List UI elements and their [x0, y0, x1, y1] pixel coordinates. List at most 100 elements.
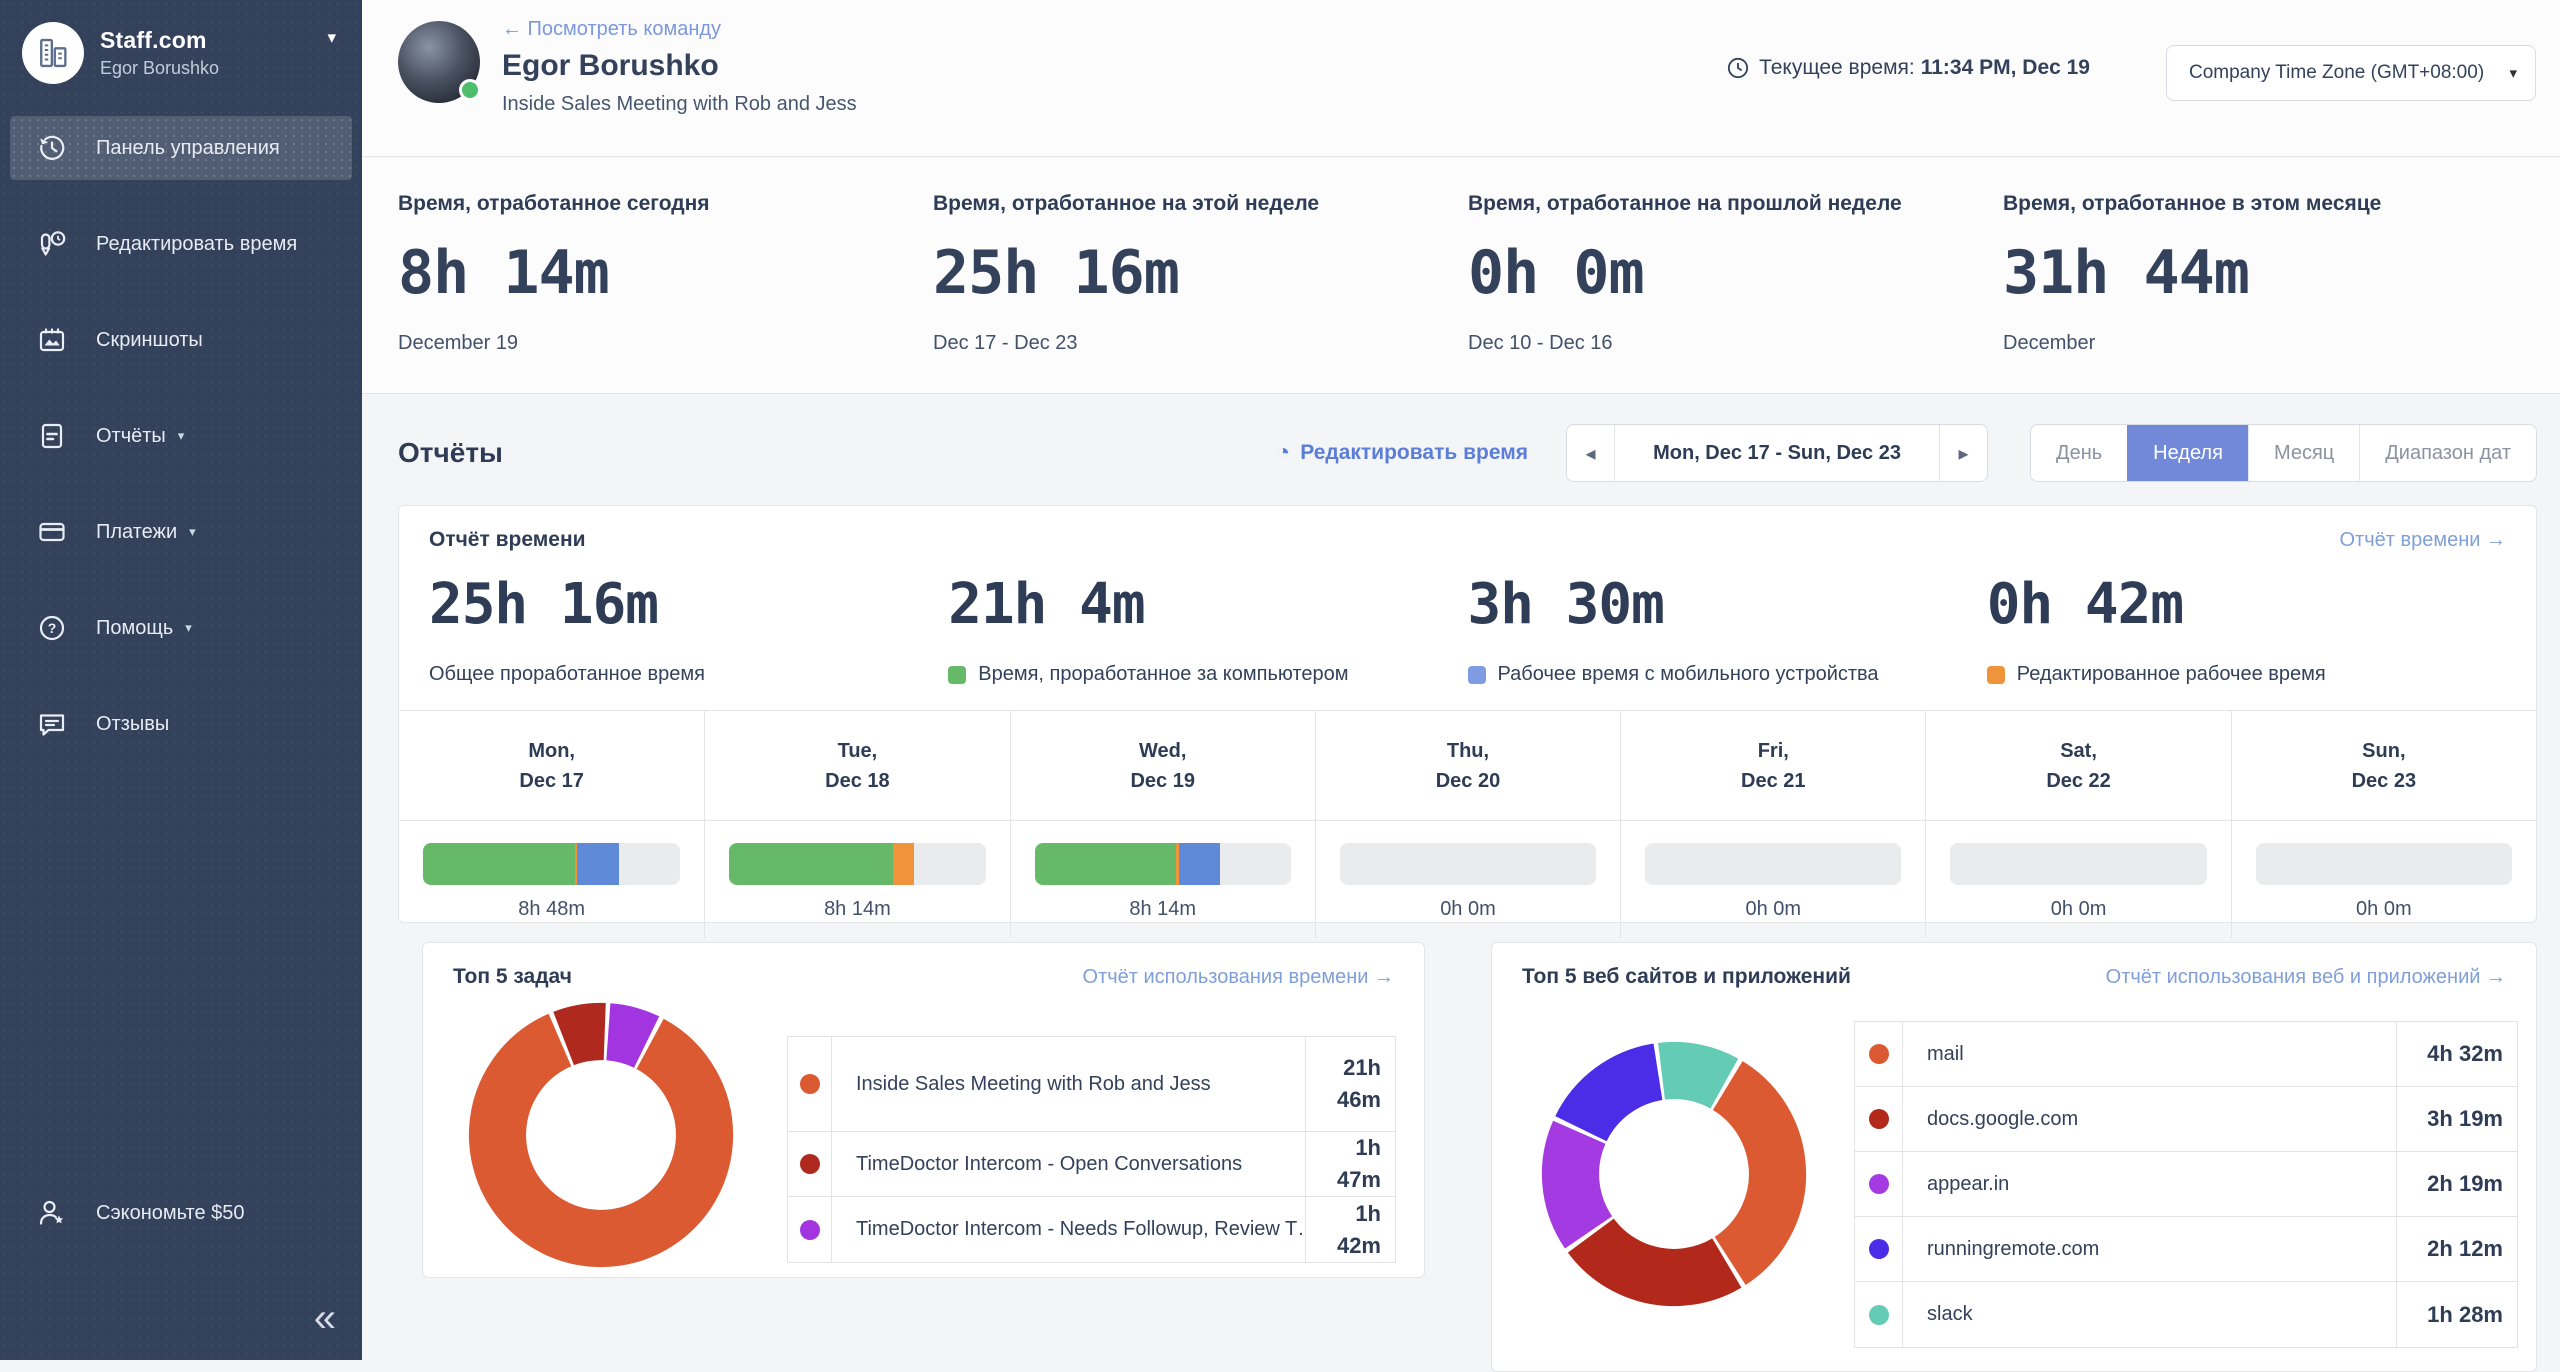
bar-segment [577, 843, 618, 885]
view-toggle-месяц[interactable]: Месяц [2248, 425, 2359, 481]
edit-time-icon [36, 228, 68, 260]
sidebar-item-save-money[interactable]: Сэкономьте $50 [10, 1181, 352, 1245]
view-toggle-диапазон-дат[interactable]: Диапазон дат [2359, 425, 2536, 481]
day-total: 0h 0m [1645, 898, 1901, 921]
next-week-button[interactable]: ▸ [1939, 425, 1987, 481]
time-report-summary: 21h 4m Время, проработанное за компьютеро… [948, 572, 1467, 686]
sidebar-item-dashboard[interactable]: Панель управления [10, 116, 352, 180]
stat-title: Время, отработанное на этой неделе [933, 192, 1468, 216]
sidebar-item-screenshots[interactable]: Скриншоты [10, 308, 352, 372]
clock-icon [1727, 57, 1749, 79]
sidebar-collapse-icon[interactable]: « [314, 1298, 336, 1338]
row-label: docs.google.com [1903, 1087, 2396, 1151]
stat-value: 31h 44m [2003, 238, 2538, 308]
web-app-report-link[interactable]: Отчёт использования веб и приложений → [2106, 966, 2506, 989]
brand-caret-icon[interactable]: ▾ [327, 28, 336, 48]
time-use-report-link[interactable]: Отчёт использования времени → [1083, 966, 1394, 989]
day-header: Sat,Dec 22 [1925, 711, 2230, 821]
sidebar-item-payments[interactable]: Платежи▾ [10, 500, 352, 564]
sidebar-item-label: Панель управления [96, 137, 280, 160]
table-row: Inside Sales Meeting with Rob and Jess21… [788, 1037, 1395, 1132]
sidebar-item-reports[interactable]: Отчёты▾ [10, 404, 352, 468]
summary-label: Время, проработанное за компьютером [978, 663, 1348, 686]
row-time: 2h 19m [2396, 1152, 2517, 1216]
summary-label: Рабочее время с мобильного устройства [1498, 663, 1879, 686]
stat-title: Время, отработанное сегодня [398, 192, 933, 216]
payments-icon [36, 516, 68, 548]
top-sites-table: mail4h 32mdocs.google.com3h 19mappear.in… [1854, 1021, 2518, 1348]
sidebar-item-label: Отзывы [96, 713, 169, 736]
row-time: 3h 19m [2396, 1087, 2517, 1151]
reports-section: Отчёты ◔ Редактировать время ◂ Mon, Dec … [362, 395, 2560, 1360]
reports-toolbar: Отчёты ◔ Редактировать время ◂ Mon, Dec … [398, 423, 2537, 483]
time-report-summary: 3h 30mРабочее время с мобильного устройс… [1468, 572, 1987, 686]
day-bar [1035, 843, 1291, 885]
day-bar-cell: 0h 0m [1925, 821, 2230, 938]
day-bar [729, 843, 985, 885]
series-dot [800, 1154, 820, 1174]
day-total: 0h 0m [2256, 898, 2512, 921]
series-dot [1869, 1239, 1889, 1259]
feedback-icon [36, 708, 68, 740]
sites-donut-chart [1536, 1036, 1812, 1312]
day-total: 8h 14m [1035, 898, 1291, 921]
sidebar-promo: Сэкономьте $50 [0, 1181, 362, 1245]
row-label: TimeDoctor Intercom - Open Conversations [832, 1132, 1305, 1196]
avatar [398, 21, 480, 103]
row-label: slack [1903, 1282, 2396, 1347]
stat-period: December [2003, 332, 2538, 355]
sidebar-item-help[interactable]: ?Помощь▾ [10, 596, 352, 660]
time-report-link[interactable]: Отчёт времени → [2340, 529, 2507, 552]
sidebar-item-edit-time[interactable]: Редактировать время [10, 212, 352, 276]
view-toggle-день[interactable]: День [2031, 425, 2127, 481]
day-header: Sun,Dec 23 [2231, 711, 2536, 821]
summary-value: 21h 4m [948, 572, 1467, 637]
prev-week-button[interactable]: ◂ [1567, 425, 1615, 481]
day-bar-cell: 8h 14m [704, 821, 1009, 938]
day-header: Mon,Dec 17 [399, 711, 704, 821]
sidebar-menu: Панель управления Редактировать время Скри… [0, 116, 362, 756]
view-toggle-неделя[interactable]: Неделя [2127, 425, 2248, 481]
edit-time-icon: ◔ [1276, 439, 1291, 467]
screenshots-icon [36, 324, 68, 356]
current-time: Текущее время: 11:34 PM, Dec 19 [1727, 56, 2090, 80]
chevron-down-icon: ▾ [189, 524, 196, 540]
day-bar-cell: 0h 0m [2231, 821, 2536, 938]
summary-label: Редактированное рабочее время [2017, 663, 2326, 686]
series-dot [1869, 1305, 1889, 1325]
sidebar: Staff.com Egor Borushko ▾ Панель управле… [0, 0, 362, 1360]
week-table: Mon,Dec 17Tue,Dec 18Wed,Dec 19Thu,Dec 20… [399, 710, 2536, 938]
day-header: Tue,Dec 18 [704, 711, 1009, 821]
day-bar [1340, 843, 1596, 885]
top-sites-card: Топ 5 веб сайтов и приложений Отчёт испо… [1491, 942, 2537, 1372]
svg-text:?: ? [48, 620, 57, 636]
table-row: docs.google.com3h 19m [1855, 1087, 2517, 1152]
sidebar-item-label: Сэкономьте $50 [96, 1202, 245, 1225]
sidebar-item-feedback[interactable]: Отзывы [10, 692, 352, 756]
current-task: Inside Sales Meeting with Rob and Jess [502, 93, 857, 116]
timezone-select[interactable]: Company Time Zone (GMT+08:00) ▾ [2166, 45, 2536, 101]
view-toggle-group: ДеньНеделяМесяцДиапазон дат [2030, 424, 2537, 482]
date-range-label[interactable]: Mon, Dec 17 - Sun, Dec 23 [1615, 425, 1939, 481]
sidebar-item-label: Редактировать время [96, 233, 297, 256]
day-header: Wed,Dec 19 [1010, 711, 1315, 821]
row-label: Inside Sales Meeting with Rob and Jess [832, 1037, 1305, 1131]
bar-segment [893, 843, 914, 885]
top-tasks-card: Топ 5 задач Отчёт использования времени … [422, 942, 1425, 1278]
reports-icon [36, 420, 68, 452]
series-dot [1869, 1044, 1889, 1064]
online-status-dot [459, 79, 481, 101]
summary-value: 25h 16m [429, 572, 948, 637]
view-team-link[interactable]: ← Посмотреть команду [502, 18, 857, 41]
day-bar [1950, 843, 2206, 885]
day-bar [2256, 843, 2512, 885]
day-total: 0h 0m [1950, 898, 2206, 921]
edit-time-label: Редактировать время [1300, 441, 1528, 465]
legend-swatch [1987, 666, 2005, 684]
chevron-down-icon: ▾ [185, 620, 192, 636]
table-row: TimeDoctor Intercom - Open Conversations… [788, 1132, 1395, 1197]
stat-period: Dec 10 - Dec 16 [1468, 332, 2003, 355]
row-time: 1h 47m [1305, 1132, 1395, 1196]
edit-time-link[interactable]: ◔ Редактировать время [1276, 439, 1528, 467]
stat-card: Время, отработанное сегодня8h 14mDecembe… [398, 192, 933, 393]
